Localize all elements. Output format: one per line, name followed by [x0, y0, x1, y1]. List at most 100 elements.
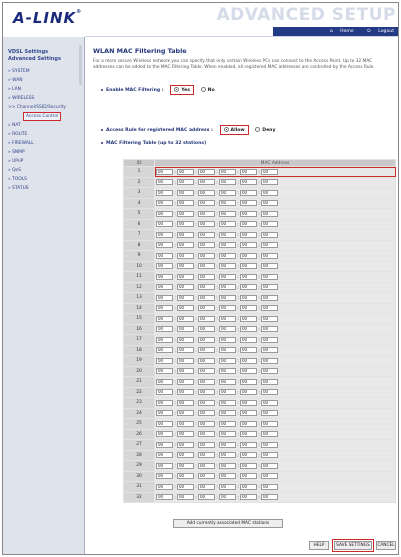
mac-octet-input[interactable]: 00 [198, 420, 215, 427]
mac-octet-input[interactable]: 00 [240, 389, 257, 396]
mac-octet-input[interactable]: 00 [177, 347, 194, 354]
mac-octet-input[interactable]: 00 [177, 494, 194, 501]
mac-octet-input[interactable]: 00 [156, 305, 173, 312]
mac-octet-input[interactable]: 00 [240, 210, 257, 217]
mac-octet-input[interactable]: 00 [156, 378, 173, 385]
mac-octet-input[interactable]: 00 [156, 420, 173, 427]
sidebar-item-qos[interactable]: » QoS [6, 166, 82, 175]
mac-octet-input[interactable]: 00 [240, 399, 257, 406]
mac-octet-input[interactable]: 00 [177, 305, 194, 312]
enable-yes-option[interactable]: Yes [170, 85, 194, 95]
mac-octet-input[interactable]: 00 [198, 263, 215, 270]
mac-octet-input[interactable]: 00 [219, 263, 236, 270]
mac-octet-input[interactable]: 00 [261, 494, 278, 501]
mac-octet-input[interactable]: 00 [198, 399, 215, 406]
mac-octet-input[interactable]: 00 [198, 494, 215, 501]
mac-octet-input[interactable]: 00 [219, 326, 236, 333]
mac-octet-input[interactable]: 00 [240, 221, 257, 228]
mac-octet-input[interactable]: 00 [177, 462, 194, 469]
sidebar-item-channel[interactable]: >> Channel/SSID/Security [6, 103, 82, 112]
sidebar-heading-vdsl[interactable]: VDSL Settings [8, 49, 48, 55]
mac-octet-input[interactable]: 00 [177, 168, 194, 175]
sidebar-item-lan[interactable]: » LAN [6, 85, 82, 94]
mac-octet-input[interactable]: 00 [198, 389, 215, 396]
mac-octet-input[interactable]: 00 [261, 441, 278, 448]
mac-octet-input[interactable]: 00 [156, 231, 173, 238]
rule-allow-option[interactable]: Allow [219, 125, 249, 135]
mac-octet-input[interactable]: 00 [198, 189, 215, 196]
mac-octet-input[interactable]: 00 [156, 221, 173, 228]
mac-octet-input[interactable]: 00 [219, 189, 236, 196]
mac-octet-input[interactable]: 00 [198, 368, 215, 375]
mac-octet-input[interactable]: 00 [156, 210, 173, 217]
sidebar-item-firewall[interactable]: » FIREWALL [6, 139, 82, 148]
mac-octet-input[interactable]: 00 [261, 326, 278, 333]
mac-octet-input[interactable]: 00 [261, 315, 278, 322]
mac-octet-input[interactable]: 00 [156, 273, 173, 280]
mac-octet-input[interactable]: 00 [219, 200, 236, 207]
mac-octet-input[interactable]: 00 [261, 210, 278, 217]
mac-octet-input[interactable]: 00 [240, 179, 257, 186]
mac-octet-input[interactable]: 00 [219, 378, 236, 385]
mac-octet-input[interactable]: 00 [261, 231, 278, 238]
mac-octet-input[interactable]: 00 [177, 441, 194, 448]
sidebar-item-snmp[interactable]: » SNMP [6, 148, 82, 157]
mac-octet-input[interactable]: 00 [219, 294, 236, 301]
mac-octet-input[interactable]: 00 [177, 315, 194, 322]
mac-octet-input[interactable]: 00 [177, 200, 194, 207]
mac-octet-input[interactable]: 00 [177, 357, 194, 364]
mac-octet-input[interactable]: 00 [219, 231, 236, 238]
mac-octet-input[interactable]: 00 [261, 336, 278, 343]
sidebar-item-route[interactable]: » ROUTE [6, 130, 82, 139]
mac-octet-input[interactable]: 00 [240, 368, 257, 375]
mac-octet-input[interactable]: 00 [198, 273, 215, 280]
mac-octet-input[interactable]: 00 [261, 452, 278, 459]
mac-octet-input[interactable]: 00 [240, 263, 257, 270]
mac-octet-input[interactable]: 00 [240, 483, 257, 490]
mac-octet-input[interactable]: 00 [177, 410, 194, 417]
mac-octet-input[interactable]: 00 [156, 431, 173, 438]
sidebar-item-wan[interactable]: » WAN [6, 76, 82, 85]
mac-octet-input[interactable]: 00 [261, 410, 278, 417]
mac-octet-input[interactable]: 00 [198, 336, 215, 343]
mac-octet-input[interactable]: 00 [198, 284, 215, 291]
save-settings-button[interactable]: SAVE SETTINGS [332, 539, 374, 552]
rule-allow-radio[interactable] [223, 127, 229, 132]
sidebar-item-nat[interactable]: » NAT [6, 121, 82, 130]
mac-octet-input[interactable]: 00 [198, 326, 215, 333]
mac-octet-input[interactable]: 00 [261, 368, 278, 375]
mac-octet-input[interactable]: 00 [219, 357, 236, 364]
mac-octet-input[interactable]: 00 [240, 168, 257, 175]
mac-octet-input[interactable]: 00 [240, 410, 257, 417]
mac-octet-input[interactable]: 00 [261, 420, 278, 427]
mac-octet-input[interactable]: 00 [219, 305, 236, 312]
mac-octet-input[interactable]: 00 [177, 210, 194, 217]
mac-octet-input[interactable]: 00 [198, 200, 215, 207]
mac-octet-input[interactable]: 00 [156, 368, 173, 375]
sidebar-item-wireless[interactable]: » WIRELESS [6, 94, 82, 103]
mac-octet-input[interactable]: 00 [219, 252, 236, 259]
mac-octet-input[interactable]: 00 [240, 357, 257, 364]
mac-octet-input[interactable]: 00 [219, 368, 236, 375]
mac-octet-input[interactable]: 00 [261, 284, 278, 291]
mac-octet-input[interactable]: 00 [177, 431, 194, 438]
mac-octet-input[interactable]: 00 [219, 420, 236, 427]
mac-octet-input[interactable]: 00 [240, 336, 257, 343]
mac-octet-input[interactable]: 00 [219, 441, 236, 448]
mac-octet-input[interactable]: 00 [219, 462, 236, 469]
mac-octet-input[interactable]: 00 [219, 494, 236, 501]
mac-octet-input[interactable]: 00 [240, 326, 257, 333]
mac-octet-input[interactable]: 00 [219, 179, 236, 186]
mac-octet-input[interactable]: 00 [156, 179, 173, 186]
mac-octet-input[interactable]: 00 [198, 252, 215, 259]
mac-octet-input[interactable]: 00 [156, 326, 173, 333]
mac-octet-input[interactable]: 00 [177, 473, 194, 480]
mac-octet-input[interactable]: 00 [156, 410, 173, 417]
mac-octet-input[interactable]: 00 [156, 263, 173, 270]
mac-octet-input[interactable]: 00 [240, 462, 257, 469]
mac-octet-input[interactable]: 00 [240, 189, 257, 196]
add-associated-stations-button[interactable]: Add currently associated MAC stations [173, 519, 283, 528]
mac-octet-input[interactable]: 00 [240, 242, 257, 249]
enable-yes-radio[interactable] [174, 87, 180, 92]
mac-octet-input[interactable]: 00 [156, 462, 173, 469]
